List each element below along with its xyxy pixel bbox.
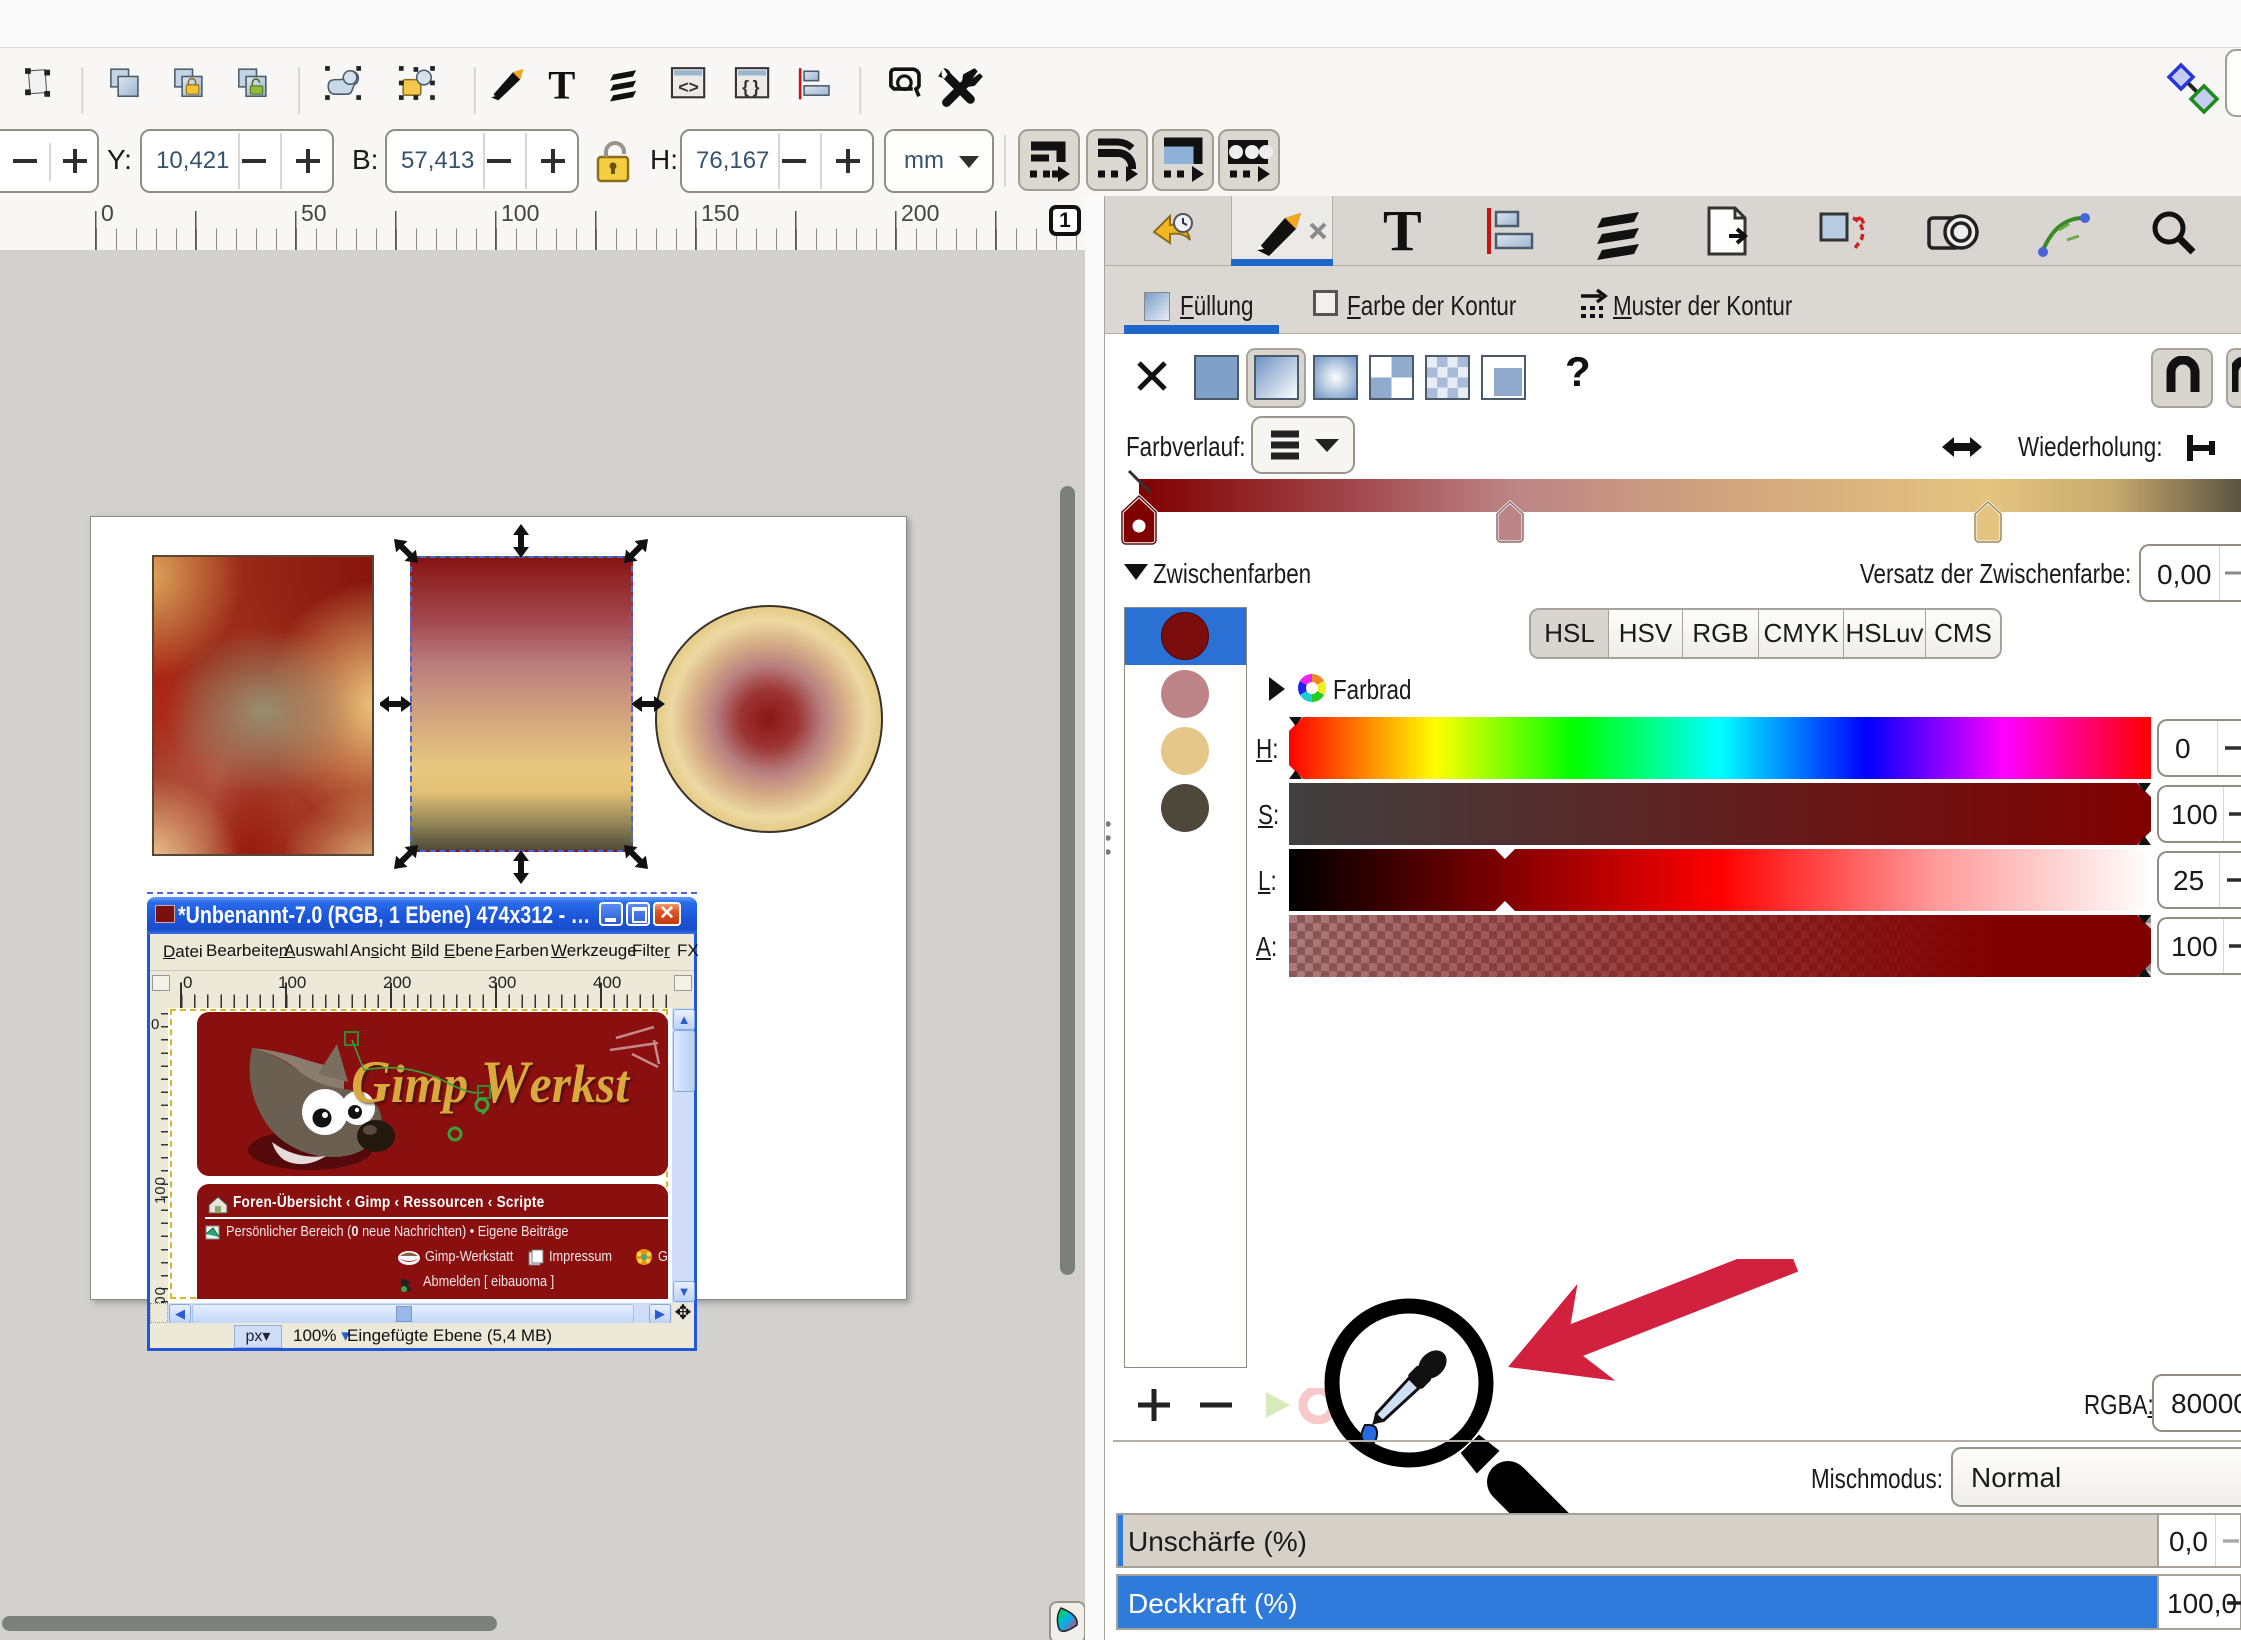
svg-text:T: T <box>1383 198 1422 263</box>
svg-text:T: T <box>548 62 575 107</box>
svg-text:<>: <> <box>678 77 699 97</box>
svg-text:{ }: { } <box>742 77 759 97</box>
